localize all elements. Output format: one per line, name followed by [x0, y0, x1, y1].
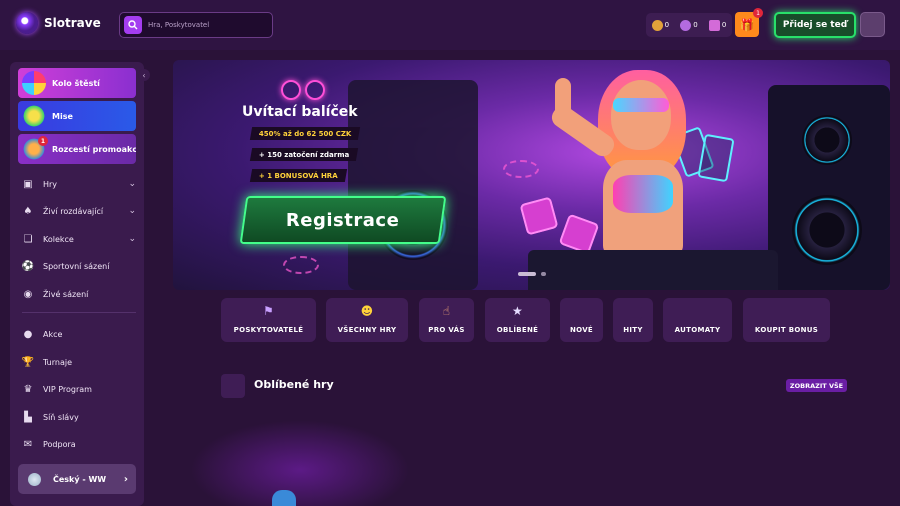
speaker-cone: [802, 115, 852, 165]
search-icon[interactable]: [124, 16, 142, 34]
favorites-section-icon: [221, 374, 245, 398]
casino-chip-icon: [283, 256, 319, 274]
dj-character-face: [611, 80, 671, 150]
sidebar-item-tournaments[interactable]: 🏆 Turnaje: [22, 354, 136, 370]
medal-icon: ●: [23, 328, 33, 340]
gift-badge: 1: [753, 8, 763, 18]
sidebar-item-sports[interactable]: ⚽ Sportovní sázení: [22, 258, 136, 274]
chevron-right-icon: ›: [123, 473, 128, 485]
sidebar-item-promotions[interactable]: ● Akce: [22, 326, 136, 342]
pointing-hand-icon: ☝: [442, 304, 451, 318]
cherry-neon-icon: [281, 66, 341, 106]
promo-wheel-of-fortune[interactable]: Kolo štěstí: [18, 68, 136, 98]
casino-chip-icon: [503, 160, 539, 178]
search-box[interactable]: [119, 12, 273, 38]
category-providers[interactable]: ⚑ POSKYTOVATELÉ: [221, 298, 316, 342]
sidebar-item-live-betting[interactable]: ◉ Živé sázení: [22, 286, 136, 302]
sidebar-item-support[interactable]: ✉ Podpora: [22, 436, 136, 452]
chevron-left-icon: ‹: [142, 70, 146, 80]
top-header: Slotrave 0 0 0 🎁 1 Přidej se teď: [0, 0, 900, 50]
globe-icon: [28, 472, 41, 486]
collection-icon: ❏: [23, 233, 33, 245]
crown-icon: ♛: [23, 383, 33, 395]
sidebar-item-live-dealers[interactable]: ♠ Živí rozdávající ⌄: [22, 203, 136, 219]
sidebar-item-vip[interactable]: ♛ VIP Program: [22, 381, 136, 397]
purple-coin-icon: [680, 19, 692, 31]
thumbs-up-hand: [555, 78, 571, 120]
game-card-glow: [190, 420, 410, 506]
slide-dot[interactable]: [541, 272, 546, 276]
bonus-bb-icon: [708, 19, 720, 31]
category-hits[interactable]: HITY: [613, 298, 653, 342]
gold-coin-icon: [651, 19, 663, 31]
wallet-gold: 0: [651, 19, 669, 31]
dj-deck: [528, 250, 778, 290]
flag-icon: ⚑: [262, 304, 275, 318]
speaker-left-image: [348, 80, 478, 290]
category-buy-bonus[interactable]: KOUPIT BONUS: [743, 298, 830, 342]
promo-crossroads[interactable]: 1 Rozcestí promoakcí: [18, 134, 136, 164]
category-for-you[interactable]: ☝ PRO VÁS: [419, 298, 474, 342]
logo-text: Slotrave: [44, 16, 101, 30]
sidebar-collapse-button[interactable]: ‹: [138, 69, 150, 81]
banner-pagination: [518, 272, 546, 276]
live-broadcast-icon: ◉: [23, 288, 33, 300]
banner-offer-line: + 150 zatočení zdarma: [249, 148, 359, 161]
chevron-down-icon: ⌄: [128, 234, 136, 244]
soccer-ball-icon: ⚽: [21, 260, 35, 272]
trophy-icon: 🏆: [21, 356, 35, 368]
wallet-balances[interactable]: 0 0 0: [646, 13, 732, 37]
promo-badge: 1: [38, 136, 48, 146]
profile-button[interactable]: [860, 12, 885, 37]
games-icon: ▣: [23, 178, 33, 190]
wallet-purple: 0: [680, 19, 698, 31]
banner-title: Uvítací balíček: [242, 104, 358, 120]
promo-missions[interactable]: Mise: [18, 101, 136, 131]
sidebar-divider: [22, 312, 136, 313]
game-character-thumbnail[interactable]: [272, 490, 296, 506]
dj-character-top: [613, 175, 673, 213]
slide-dot-active[interactable]: [518, 272, 536, 276]
register-button[interactable]: Registrace: [239, 196, 447, 244]
language-selector[interactable]: Český - WW ›: [18, 464, 136, 494]
missions-icon: [22, 104, 46, 128]
hero-banner[interactable]: Uvítací balíček 450% až do 62 500 CZK + …: [173, 60, 890, 290]
dj-visor: [613, 98, 669, 112]
chevron-down-icon: ⌄: [128, 179, 136, 189]
gift-icon: 🎁: [739, 17, 755, 32]
dice-icon: [519, 196, 559, 236]
banner-offer-line: + 1 BONUSOVÁ HRA: [249, 169, 347, 182]
speaker-right-image: [768, 85, 890, 290]
sidebar-item-hall-of-fame[interactable]: ▙ Síň slávy: [22, 409, 136, 425]
playing-card-icon: [697, 133, 735, 183]
star-icon: ★: [511, 304, 524, 318]
chat-support-icon: ✉: [23, 438, 33, 450]
smiley-icon: ☻: [360, 304, 374, 318]
live-dealer-icon: ♠: [23, 205, 33, 217]
banner-offer-line: 450% až do 62 500 CZK: [249, 127, 361, 140]
category-slots[interactable]: AUTOMATY: [663, 298, 732, 342]
sidebar-item-games[interactable]: ▣ Hry ⌄: [22, 176, 136, 192]
speaker-cone: [792, 195, 862, 265]
logo-icon: [16, 12, 38, 34]
dice-icon: [558, 213, 600, 255]
site-logo[interactable]: Slotrave: [16, 12, 101, 34]
sidebar: Kolo štěstí Mise 1 Rozcestí promoakcí ▣ …: [10, 62, 144, 506]
category-all-games[interactable]: ☻ VŠECHNY HRY: [326, 298, 408, 342]
favorites-title: Oblíbené hry: [254, 378, 334, 391]
chevron-down-icon: ⌄: [128, 206, 136, 216]
gift-button[interactable]: 🎁 1: [735, 8, 763, 37]
podium-icon: ▙: [24, 411, 32, 423]
sidebar-item-collections[interactable]: ❏ Kolekce ⌄: [22, 231, 136, 247]
show-all-button[interactable]: ZOBRAZIT VŠE: [786, 379, 847, 392]
join-now-button[interactable]: Přidej se teď: [774, 12, 856, 38]
category-new[interactable]: NOVÉ: [560, 298, 603, 342]
search-input[interactable]: [148, 21, 268, 29]
wheel-icon: [22, 71, 46, 95]
wallet-bonus: 0: [708, 19, 726, 31]
category-favorites[interactable]: ★ OBLÍBENÉ: [485, 298, 550, 342]
